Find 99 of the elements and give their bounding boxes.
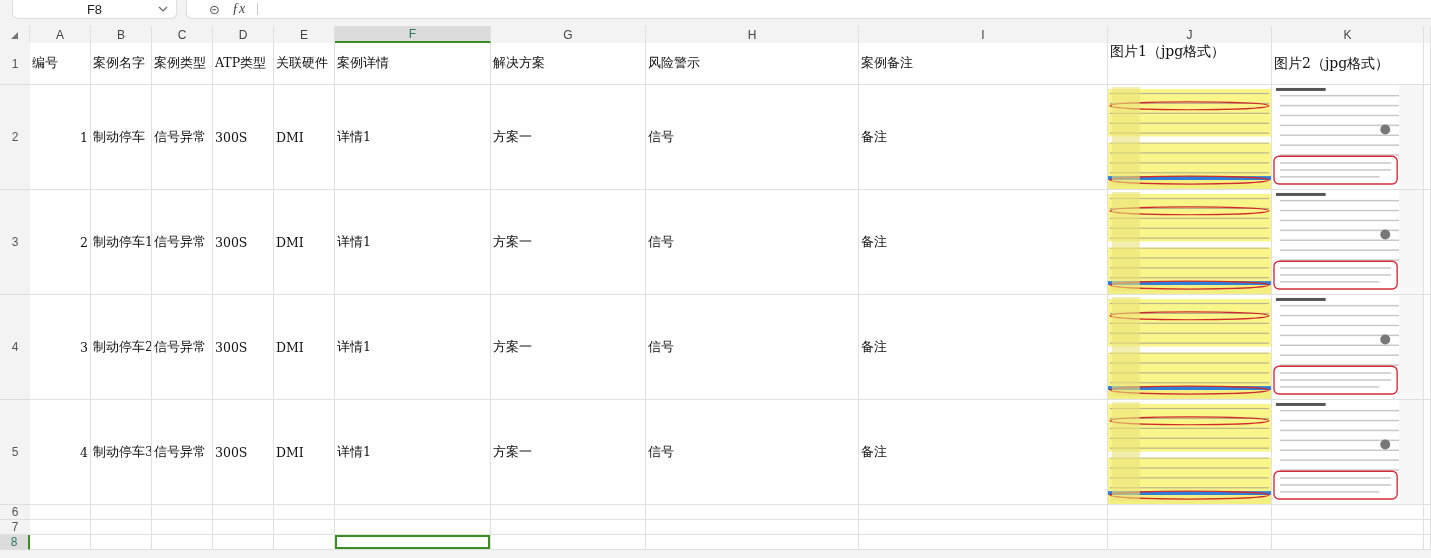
- name-box[interactable]: F8: [12, 0, 177, 19]
- table-cell-text: 详情1: [336, 443, 372, 461]
- table-cell-text: 3: [79, 339, 89, 355]
- empty-cell[interactable]: [152, 520, 213, 535]
- empty-cell[interactable]: [646, 505, 859, 520]
- table-cell-text: 信号异常: [153, 338, 207, 356]
- empty-cell[interactable]: [1108, 505, 1272, 520]
- table-cell-text: 编号: [31, 55, 59, 72]
- empty-cell[interactable]: [274, 535, 335, 550]
- table-cell-text: 备注: [860, 443, 888, 461]
- empty-cell[interactable]: [213, 505, 274, 520]
- table-cell-text: DMI: [275, 444, 305, 460]
- table-cell-text: 关联硬件: [275, 55, 329, 72]
- row-header[interactable]: 2: [0, 85, 30, 190]
- table-cell-text: 图片1（jpg格式）: [1109, 43, 1227, 61]
- table-cell-text: 详情1: [336, 128, 372, 146]
- empty-cell[interactable]: [213, 520, 274, 535]
- table-cell-text: 300S: [214, 339, 249, 355]
- empty-cell[interactable]: [859, 535, 1108, 550]
- table-cell-text: 4: [79, 444, 89, 460]
- table-cell-text: 案例名字: [92, 55, 146, 72]
- table-cell-text: 案例备注: [860, 55, 914, 72]
- table-cell-text: 方案一: [492, 338, 533, 356]
- column-header[interactable]: G: [491, 26, 646, 43]
- table-cell-text: 案例类型: [153, 55, 207, 72]
- empty-cell[interactable]: [335, 520, 491, 535]
- table-cell-text: 详情1: [336, 233, 372, 251]
- empty-cell[interactable]: [213, 535, 274, 550]
- empty-cell[interactable]: [646, 535, 859, 550]
- table-cell-text: 信号异常: [153, 443, 207, 461]
- empty-cell[interactable]: [646, 520, 859, 535]
- empty-cell[interactable]: [859, 520, 1108, 535]
- table-cell-text: 方案一: [492, 233, 533, 251]
- table-cell-text: 备注: [860, 233, 888, 251]
- empty-cell[interactable]: [152, 535, 213, 550]
- table-cell-text: 详情1: [336, 338, 372, 356]
- table-cell-text: 制动停车1: [92, 233, 151, 251]
- column-header[interactable]: K: [1272, 26, 1424, 43]
- empty-cell[interactable]: [491, 505, 646, 520]
- column-header[interactable]: D: [213, 26, 274, 43]
- formula-bar[interactable]: ⊝ ƒx: [186, 0, 1431, 19]
- empty-cell[interactable]: [491, 535, 646, 550]
- zoom-glyph[interactable]: ⊝: [209, 1, 220, 17]
- selected-cell[interactable]: [335, 535, 491, 550]
- table-cell-text: 方案一: [492, 128, 533, 146]
- row-header[interactable]: 4: [0, 295, 30, 400]
- empty-cell[interactable]: [91, 535, 152, 550]
- table-cell-text: 案例详情: [336, 55, 390, 72]
- column-header[interactable]: H: [646, 26, 859, 43]
- table-cell-text: 制动停车2: [92, 338, 151, 356]
- column-header[interactable]: F: [335, 26, 491, 43]
- empty-cell[interactable]: [274, 520, 335, 535]
- table-cell-text: 信号: [647, 233, 675, 251]
- row-header[interactable]: 8: [0, 535, 30, 550]
- column-header[interactable]: J: [1108, 26, 1272, 43]
- table-cell-text: 备注: [860, 128, 888, 146]
- column-header[interactable]: C: [152, 26, 213, 43]
- table-cell-text: DMI: [275, 339, 305, 355]
- table-cell-text: 方案一: [492, 443, 533, 461]
- table-cell-text: DMI: [275, 234, 305, 250]
- empty-cell[interactable]: [335, 505, 491, 520]
- table-cell-text: 信号: [647, 128, 675, 146]
- empty-cell[interactable]: [1108, 535, 1272, 550]
- select-all-icon[interactable]: [11, 32, 18, 39]
- row-header[interactable]: 6: [0, 505, 30, 520]
- table-cell-text: 图片2（jpg格式）: [1273, 54, 1391, 73]
- empty-cell[interactable]: [491, 520, 646, 535]
- column-header[interactable]: I: [859, 26, 1108, 43]
- table-cell-text: 信号: [647, 338, 675, 356]
- table-cell-text: 300S: [214, 234, 249, 250]
- caret-icon[interactable]: [158, 6, 168, 12]
- table-cell-text: 信号异常: [153, 233, 207, 251]
- table-cell-text: DMI: [275, 129, 305, 145]
- table-cell-text: 信号异常: [153, 128, 207, 146]
- table-cell-text: ATP类型: [214, 55, 268, 72]
- row-header[interactable]: 5: [0, 400, 30, 505]
- table-cell-text: 信号: [647, 443, 675, 461]
- function-button[interactable]: ƒx: [231, 1, 246, 17]
- table-cell-text: 解决方案: [492, 55, 546, 72]
- empty-cell[interactable]: [91, 520, 152, 535]
- empty-cell[interactable]: [91, 505, 152, 520]
- row-header[interactable]: 1: [0, 43, 30, 85]
- column-header[interactable]: [1424, 26, 1431, 43]
- empty-cell[interactable]: [1108, 520, 1272, 535]
- empty-cell[interactable]: [859, 505, 1108, 520]
- empty-cell[interactable]: [152, 505, 213, 520]
- empty-cell[interactable]: [274, 505, 335, 520]
- column-header[interactable]: A: [30, 26, 91, 43]
- table-cell-text: 300S: [214, 444, 249, 460]
- row-header[interactable]: 7: [0, 520, 30, 535]
- table-cell-text: 备注: [860, 338, 888, 356]
- table-cell-text: 风险警示: [647, 55, 701, 72]
- table-cell-text: 1: [79, 129, 89, 145]
- table-cell-text: 2: [79, 234, 89, 250]
- column-header[interactable]: B: [91, 26, 152, 43]
- table-cell-text: 制动停车: [92, 128, 146, 146]
- table-cell-text: 300S: [214, 129, 249, 145]
- column-header[interactable]: E: [274, 26, 335, 43]
- row-header[interactable]: 3: [0, 190, 30, 295]
